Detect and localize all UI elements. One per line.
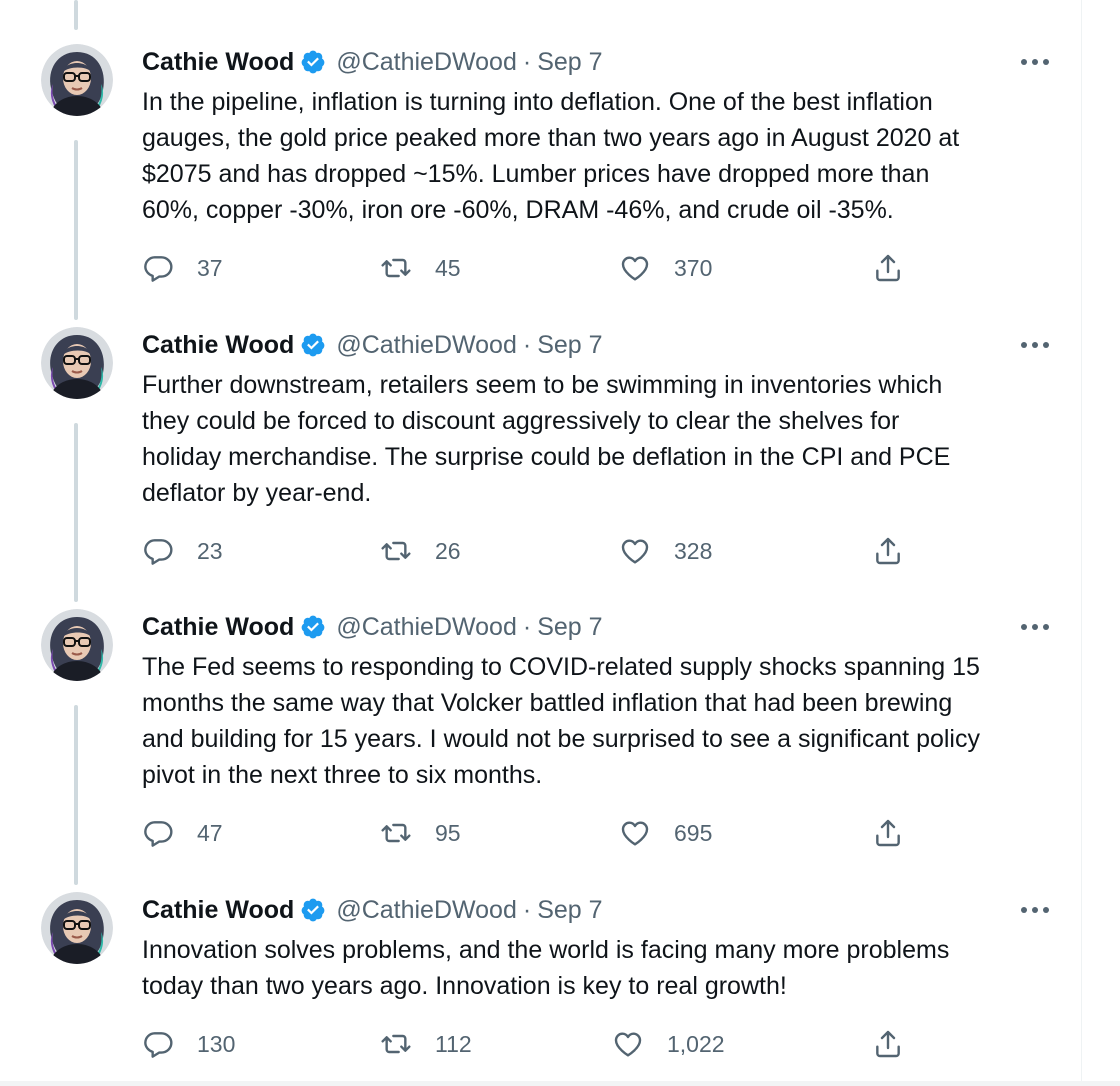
retweet-icon <box>381 1034 411 1054</box>
reply-icon <box>144 539 173 565</box>
author-name[interactable]: Cathie Wood <box>142 613 294 642</box>
retweet-count: 112 <box>435 1030 472 1057</box>
like-count: 328 <box>674 537 713 564</box>
tweet-header: Cathie Wood @CathieDWood · Sep 7 <box>142 607 603 647</box>
tweet-actions: 47 95 695 <box>142 813 922 853</box>
tweet-text: In the pipeline, inflation is turning in… <box>142 88 960 224</box>
reply-count: 37 <box>197 254 223 281</box>
verified-badge-icon <box>301 333 325 357</box>
avatar[interactable] <box>41 327 113 399</box>
avatar-illustration <box>41 327 113 399</box>
like-icon <box>621 821 649 846</box>
share-icon <box>876 1030 900 1058</box>
tweet-text: Innovation solves problems, and the worl… <box>142 936 950 1000</box>
like-button[interactable]: 328 <box>619 531 712 571</box>
tweet-actions: 23 26 328 <box>142 531 922 571</box>
more-icon <box>1021 907 1049 913</box>
avatar[interactable] <box>41 44 113 116</box>
like-button[interactable]: 1,022 <box>612 1024 725 1064</box>
tweet-header: Cathie Wood @CathieDWood · Sep 7 <box>142 890 603 930</box>
retweet-button[interactable]: 112 <box>380 1024 472 1064</box>
thread-line <box>74 0 78 30</box>
tweet-header: Cathie Wood @CathieDWood · Sep 7 <box>142 42 603 82</box>
more-options-button[interactable] <box>1013 613 1057 641</box>
separator-dot: · <box>522 895 532 924</box>
reply-icon <box>144 821 173 847</box>
like-count: 370 <box>674 254 713 281</box>
separator-dot: · <box>522 47 532 76</box>
retweet-icon <box>381 258 411 278</box>
tweet-actions: 130 112 1,022 <box>142 1024 922 1064</box>
share-icon <box>876 254 900 282</box>
tweet[interactable]: Cathie Wood @CathieDWood · Sep 7 Further… <box>0 325 1081 585</box>
tweet-actions: 37 45 370 <box>142 248 922 288</box>
tweet[interactable]: Cathie Wood @CathieDWood · Sep 7 The Fed… <box>0 607 1081 867</box>
retweet-count: 45 <box>435 254 461 281</box>
author-handle[interactable]: @CathieDWood <box>336 331 517 360</box>
verified-badge-icon <box>301 898 325 922</box>
share-button[interactable] <box>872 1024 904 1064</box>
reply-button[interactable]: 130 <box>142 1024 235 1064</box>
reply-button[interactable]: 37 <box>142 248 223 288</box>
author-handle[interactable]: @CathieDWood <box>336 613 517 642</box>
tweet-header: Cathie Wood @CathieDWood · Sep 7 <box>142 325 603 365</box>
more-options-button[interactable] <box>1013 896 1057 924</box>
tweet-text: Further downstream, retailers seem to be… <box>142 371 951 507</box>
tweet-date[interactable]: Sep 7 <box>537 896 602 925</box>
avatar-illustration <box>41 44 113 116</box>
like-icon <box>621 539 649 564</box>
verified-badge-icon <box>301 615 325 639</box>
reply-count: 130 <box>197 1030 236 1057</box>
reply-count: 47 <box>197 819 223 846</box>
share-button[interactable] <box>872 531 904 571</box>
separator-dot: · <box>522 330 532 359</box>
retweet-button[interactable]: 45 <box>380 248 461 288</box>
more-icon <box>1021 342 1049 348</box>
tweet-date[interactable]: Sep 7 <box>537 48 602 77</box>
like-button[interactable]: 370 <box>619 248 712 288</box>
timeline-border <box>1081 0 1082 1086</box>
retweet-button[interactable]: 95 <box>380 813 461 853</box>
share-button[interactable] <box>872 813 904 853</box>
retweet-icon <box>381 823 411 843</box>
more-options-button[interactable] <box>1013 48 1057 76</box>
reply-button[interactable]: 23 <box>142 531 223 571</box>
retweet-icon <box>381 541 411 561</box>
more-options-button[interactable] <box>1013 331 1057 359</box>
retweet-button[interactable]: 26 <box>380 531 461 571</box>
author-handle[interactable]: @CathieDWood <box>336 896 517 925</box>
like-icon <box>614 1032 642 1057</box>
more-icon <box>1021 624 1049 630</box>
reply-button[interactable]: 47 <box>142 813 223 853</box>
more-icon <box>1021 59 1049 65</box>
like-button[interactable]: 695 <box>619 813 712 853</box>
retweet-count: 95 <box>435 819 461 846</box>
like-count: 1,022 <box>667 1030 725 1057</box>
avatar-illustration <box>41 892 113 964</box>
bottom-strip <box>0 1081 1120 1086</box>
author-name[interactable]: Cathie Wood <box>142 896 294 925</box>
avatar[interactable] <box>41 892 113 964</box>
author-handle[interactable]: @CathieDWood <box>336 48 517 77</box>
separator-dot: · <box>522 612 532 641</box>
avatar-illustration <box>41 609 113 681</box>
verified-badge-icon <box>301 50 325 74</box>
share-icon <box>876 537 900 565</box>
tweet-date[interactable]: Sep 7 <box>537 613 602 642</box>
author-name[interactable]: Cathie Wood <box>142 48 294 77</box>
tweet[interactable]: Cathie Wood @CathieDWood · Sep 7 In the … <box>0 42 1081 302</box>
share-button[interactable] <box>872 248 904 288</box>
tweet[interactable]: Cathie Wood @CathieDWood · Sep 7 Innovat… <box>0 890 1081 1080</box>
avatar[interactable] <box>41 609 113 681</box>
share-icon <box>876 819 900 847</box>
tweet-text: The Fed seems to responding to COVID-rel… <box>142 653 980 789</box>
tweet-date[interactable]: Sep 7 <box>537 331 602 360</box>
like-icon <box>621 256 649 281</box>
author-name[interactable]: Cathie Wood <box>142 331 294 360</box>
like-count: 695 <box>674 819 713 846</box>
reply-icon <box>144 256 173 282</box>
reply-count: 23 <box>197 537 223 564</box>
retweet-count: 26 <box>435 537 461 564</box>
reply-icon <box>144 1032 173 1058</box>
